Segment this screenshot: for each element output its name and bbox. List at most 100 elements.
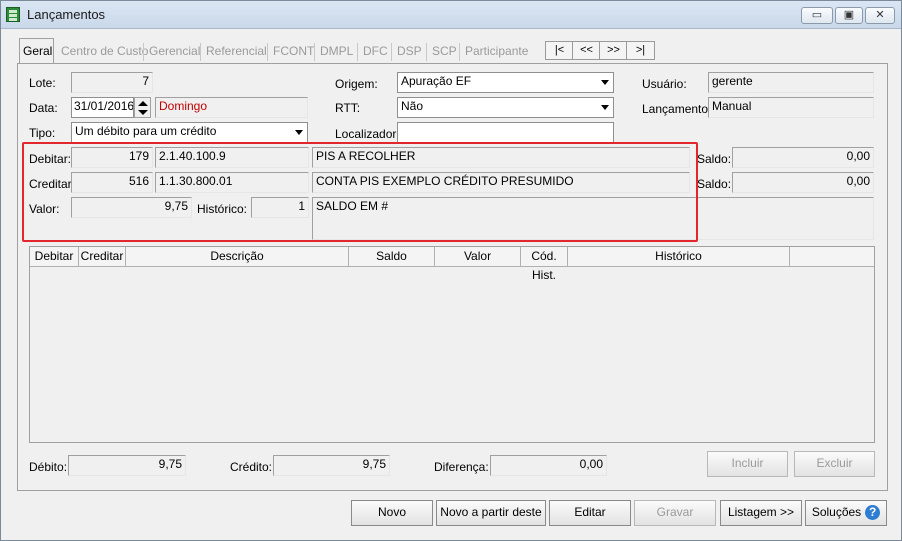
weekday-field: Domingo [155,97,308,118]
tab-separator [200,43,201,61]
tab-separator [426,43,427,61]
chevron-down-icon[interactable] [597,98,613,117]
tab-referencial[interactable]: Referencial [203,41,270,63]
maximize-button[interactable]: ▣ [835,7,863,24]
incluir-button[interactable]: Incluir [707,451,788,477]
nav-last-button[interactable]: >| [626,41,655,60]
entries-grid[interactable]: Debitar Creditar Descrição Saldo Valor C… [29,246,875,443]
historico-code-field[interactable]: 1 [251,197,309,218]
title-bar: Lançamentos ▭ ▣ ✕ [1,1,901,29]
minimize-icon: ▭ [811,9,823,21]
grid-col-saldo[interactable]: Saldo [349,247,435,267]
tab-separator [357,43,358,61]
origem-label: Origem: [335,77,378,91]
localizador-field[interactable] [397,122,614,143]
listagem-button[interactable]: Listagem >> [720,500,802,526]
debito-total-field: 9,75 [68,455,186,476]
tipo-select-value: Um débito para um crédito [75,124,217,138]
grid-col-cod-hist[interactable]: Cód. Hist. [521,247,568,282]
novo-button[interactable]: Novo [351,500,433,526]
saldo-debitar-label: Saldo: [697,152,732,166]
nav-next-button[interactable]: >> [599,41,628,60]
chevron-down-icon[interactable] [597,73,613,92]
tab-dmpl[interactable]: DMPL [317,41,356,63]
gravar-button[interactable]: Gravar [634,500,716,526]
debitar-code-field[interactable]: 179 [71,147,153,168]
lancamento-label: Lançamento: [642,102,712,116]
grid-col-historico[interactable]: Histórico [568,247,790,267]
creditar-label: Creditar: [29,177,76,191]
chevron-down-icon[interactable] [291,123,307,142]
editar-button[interactable]: Editar [549,500,631,526]
spin-up-icon[interactable] [138,101,148,106]
usuario-label: Usuário: [642,77,687,91]
saldo-creditar-field: 0,00 [732,172,874,193]
localizador-label: Localizador: [335,127,400,141]
tab-dsp[interactable]: DSP [394,41,425,63]
diferenca-label: Diferença: [434,460,489,474]
creditar-code-field[interactable]: 516 [71,172,153,193]
rtt-select[interactable]: Não [397,97,614,118]
saldo-debitar-field: 0,00 [732,147,874,168]
diferenca-field: 0,00 [490,455,607,476]
solucoes-label: Soluções [811,505,862,519]
debitar-account-field[interactable]: 2.1.40.100.9 [155,147,309,168]
valor-label: Valor: [29,202,60,216]
credito-total-label: Crédito: [230,460,273,474]
tab-scp[interactable]: SCP [429,41,460,63]
novo-a-partir-deste-button[interactable]: Novo a partir deste [436,500,546,526]
tab-separator [391,43,392,61]
tab-separator [459,43,460,61]
rtt-select-value: Não [401,99,424,113]
saldo-creditar-label: Saldo: [697,177,732,191]
maximize-icon: ▣ [843,9,855,21]
nav-first-button[interactable]: |< [545,41,574,60]
tab-participante[interactable]: Participante [462,41,531,63]
origem-select[interactable]: Apuração EF [397,72,614,93]
historico-label: Histórico: [197,202,248,216]
tab-separator [314,43,315,61]
grid-header: Debitar Creditar Descrição Saldo Valor C… [30,247,874,282]
lote-field[interactable]: 7 [71,72,153,93]
credito-total-field: 9,75 [273,455,390,476]
window-title: Lançamentos [27,7,106,22]
valor-field[interactable]: 9,75 [71,197,192,218]
tipo-select[interactable]: Um débito para um crédito [71,122,308,143]
tab-separator [143,43,144,61]
lancamentos-window: Lançamentos ▭ ▣ ✕ Geral Centro de Custo … [0,0,902,541]
data-label: Data: [29,101,58,115]
rtt-label: RTT: [335,101,361,115]
grid-col-creditar[interactable]: Creditar [79,247,126,267]
grid-col-descricao[interactable]: Descrição [126,247,349,267]
tipo-label: Tipo: [29,126,56,140]
historico-text-field[interactable]: SALDO EM # [312,197,874,240]
data-field[interactable]: 31/01/2016 [71,97,134,118]
debitar-name-field: PIS A RECOLHER [312,147,690,168]
tab-gerencial[interactable]: Gerencial [146,41,203,63]
tab-separator [267,43,268,61]
tab-centro-de-custo[interactable]: Centro de Custo [58,41,151,63]
debito-total-label: Débito: [29,460,68,474]
calculator-icon [6,7,20,22]
lancamento-field: Manual [708,97,874,118]
solucoes-button[interactable]: Soluções? [805,500,887,526]
date-spinner[interactable] [134,97,151,118]
debitar-label: Debitar: [29,152,72,166]
grid-col-valor[interactable]: Valor [435,247,521,267]
usuario-field: gerente [708,72,874,93]
tab-fcont[interactable]: FCONT [270,41,317,63]
spin-down-icon[interactable] [138,110,148,115]
close-button[interactable]: ✕ [865,7,895,24]
lote-label: Lote: [29,76,56,90]
minimize-button[interactable]: ▭ [801,7,833,24]
close-icon: ✕ [875,9,885,21]
tab-dfc[interactable]: DFC [360,41,391,63]
nav-prev-button[interactable]: << [572,41,601,60]
excluir-button[interactable]: Excluir [794,451,875,477]
grid-col-debitar[interactable]: Debitar [30,247,79,267]
creditar-name-field: CONTA PIS EXEMPLO CRÉDITO PRESUMIDO [312,172,690,193]
help-icon: ? [865,505,881,521]
creditar-account-field[interactable]: 1.1.30.800.01 [155,172,309,193]
tab-geral[interactable]: Geral [19,38,54,64]
origem-select-value: Apuração EF [401,74,472,88]
